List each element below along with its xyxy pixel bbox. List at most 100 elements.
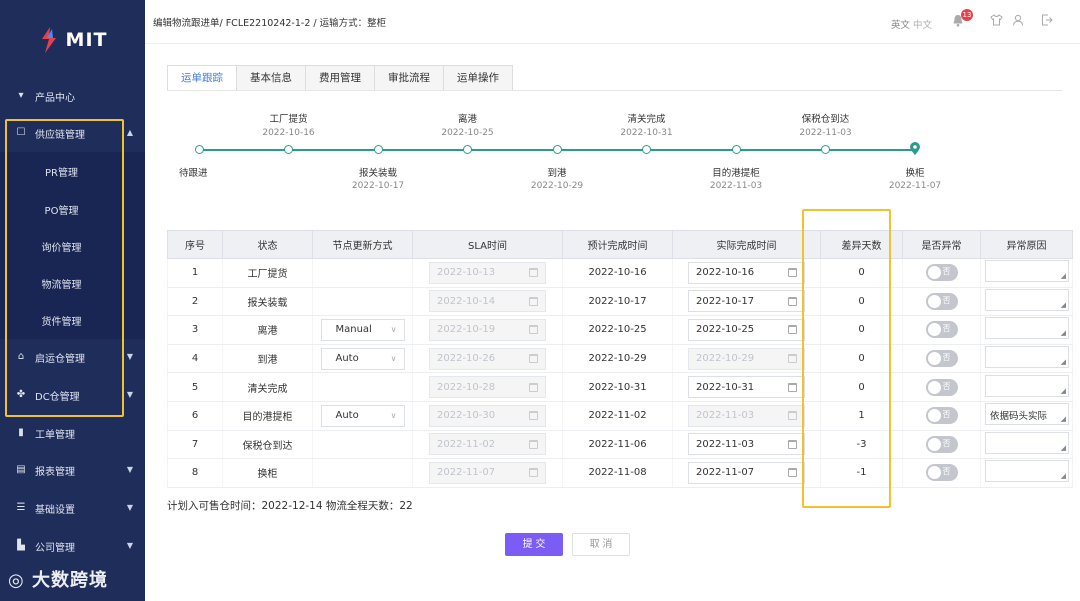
notification-badge: 13 (961, 9, 973, 21)
reason-textarea[interactable]: ◢ (985, 374, 1069, 397)
table-row: 1 工厂提货 2022-10-13 2022-10-16 2022-10-16 … (167, 258, 1073, 288)
cell-reason: ◢ (980, 344, 1073, 374)
sidebar-subitem-po[interactable]: PO管理 (0, 190, 145, 228)
cell-status: 工厂提货 (222, 258, 313, 288)
sidebar-subitem-inquiry[interactable]: 询价管理 (0, 227, 145, 265)
sidebar-item-supply-chain[interactable]: ☐ 供应链管理 ▲ (0, 114, 145, 152)
toggle-text: 否 (942, 353, 951, 363)
cell-actual: 2022-11-07 (672, 458, 821, 488)
cell-diff: -1 (820, 458, 903, 488)
tab-operations[interactable]: 运单操作 (444, 65, 513, 91)
cell-no: 7 (167, 430, 223, 460)
cell-method: Auto ∨ (312, 344, 413, 374)
cell-abnormal: 否 (902, 458, 981, 488)
abnormal-toggle[interactable]: 否 (925, 407, 958, 425)
actual-date-input[interactable]: 2022-10-16 (688, 261, 805, 284)
table-header-cell: 是否异常 (902, 230, 981, 259)
reason-textarea[interactable]: ◢ (985, 317, 1069, 340)
reason-textarea[interactable]: 依据码头实际 ◢ (985, 403, 1069, 426)
tab-tracking[interactable]: 运单跟踪 (167, 65, 237, 91)
lang-en[interactable]: 英文 (891, 20, 910, 31)
actual-date-input[interactable]: 2022-10-17 (688, 290, 805, 313)
timeline-node-label: 工厂提货 (269, 114, 308, 125)
cell-method (312, 287, 413, 317)
language-switch[interactable]: 英文 中文 (891, 17, 932, 31)
cell-no: 3 (167, 315, 223, 345)
actual-date-input[interactable]: 2022-10-25 (688, 318, 805, 341)
lang-zh[interactable]: 中文 (913, 20, 932, 31)
reason-textarea[interactable]: ◢ (985, 260, 1069, 283)
logo-text: MIT (65, 29, 108, 51)
tshirt-icon[interactable] (989, 14, 1003, 28)
cell-status: 换柜 (222, 458, 313, 488)
tab-approval[interactable]: 审批流程 (375, 65, 444, 91)
logo[interactable]: MIT (0, 0, 145, 80)
reason-textarea[interactable]: ◢ (985, 431, 1069, 454)
chart-icon: ▤ (16, 464, 26, 475)
cell-no: 5 (167, 372, 223, 402)
abnormal-toggle[interactable]: 否 (925, 292, 958, 310)
submit-button[interactable]: 提 交 (505, 533, 563, 556)
abnormal-toggle[interactable]: 否 (925, 350, 958, 368)
cell-status: 目的港提柜 (222, 401, 313, 431)
cell-actual: 2022-10-29 (672, 344, 821, 374)
sidebar-item-origin-warehouse[interactable]: ⌂ 启运仓管理 ▼ (0, 338, 145, 376)
tab-fees[interactable]: 费用管理 (306, 65, 375, 91)
sidebar: MIT ▾ 产品中心 ☐ 供应链管理 ▲ PR管理 PO管理 询价管理 物流管理… (0, 0, 145, 601)
cell-reason: ◢ (980, 258, 1073, 288)
update-method-select[interactable]: Auto ∨ (320, 404, 405, 427)
cell-actual: 2022-10-25 (672, 315, 821, 345)
date-value: 2022-10-19 (437, 324, 496, 336)
chevron-down-icon: ▼ (126, 465, 133, 474)
user-icon[interactable] (1011, 14, 1025, 28)
table-row: 5 清关完成 2022-10-28 2022-10-31 2022-10-31 … (167, 372, 1073, 402)
summary-text: 计划入可售仓时间：2022-12-14 物流全程天数：22 (167, 500, 413, 512)
sidebar-subitem-pr[interactable]: PR管理 (0, 152, 145, 190)
tracking-table: 序号 状态 节点更新方式 SLA时间 预计完成时间 实际完成时间 差异天数 是否异常 异常原因 … (167, 230, 1073, 488)
cell-reason: ◢ (980, 287, 1073, 317)
update-method-select[interactable]: Auto ∨ (320, 347, 405, 370)
sidebar-item-settings[interactable]: ☰ 基础设置 ▼ (0, 489, 145, 527)
actual-date-input[interactable]: 2022-10-31 (688, 376, 805, 399)
sidebar-item-product-center[interactable]: ▾ 产品中心 (0, 77, 145, 115)
abnormal-toggle[interactable]: 否 (925, 435, 958, 453)
reason-textarea[interactable]: ◢ (985, 460, 1069, 483)
timeline-node-date: 2022-11-07 (888, 181, 942, 191)
sidebar-item-dc-warehouse[interactable]: ✤ DC仓管理 ▼ (0, 376, 145, 414)
sidebar-subitem-logistics[interactable]: 物流管理 (0, 264, 145, 302)
cell-planned: 2022-10-16 (562, 258, 673, 288)
toggle-text: 否 (942, 381, 951, 391)
reason-textarea[interactable]: ◢ (985, 288, 1069, 311)
abnormal-toggle[interactable]: 否 (925, 378, 958, 396)
resize-grip-icon: ◢ (1060, 415, 1066, 424)
update-method-select[interactable]: Manual ∨ (320, 318, 405, 341)
abnormal-toggle[interactable]: 否 (925, 321, 958, 339)
actual-date-input[interactable]: 2022-11-07 (688, 461, 805, 484)
sidebar-item-label: 基础设置 (35, 504, 75, 516)
abnormal-toggle[interactable]: 否 (925, 264, 958, 282)
table-header-cell: 状态 (222, 230, 313, 259)
cell-planned: 2022-11-02 (562, 401, 673, 431)
tab-basic-info[interactable]: 基本信息 (237, 65, 306, 91)
cell-abnormal: 否 (902, 287, 981, 317)
cell-no: 1 (167, 258, 223, 288)
abnormal-toggle[interactable]: 否 (925, 464, 958, 482)
sidebar-item-company[interactable]: ▙ 公司管理 ▼ (0, 527, 145, 565)
timeline-node-dot (552, 145, 562, 154)
date-value: 2022-10-31 (696, 381, 755, 393)
cell-actual: 2022-10-31 (672, 372, 821, 402)
sidebar-item-work-order[interactable]: ▮ 工单管理 (0, 414, 145, 452)
cell-diff: 0 (820, 258, 903, 288)
toggle-knob (927, 380, 941, 394)
sidebar-item-reports[interactable]: ▤ 报表管理 ▼ (0, 451, 145, 489)
table-row: 6 目的港提柜 Auto ∨ 2022-10-30 2022-11-02 2022… (167, 401, 1073, 431)
logout-icon[interactable] (1040, 14, 1054, 28)
actual-date-input[interactable]: 2022-11-03 (688, 433, 805, 456)
reason-textarea[interactable]: ◢ (985, 346, 1069, 369)
cancel-button[interactable]: 取 消 (572, 533, 630, 556)
sidebar-item-label: 产品中心 (35, 92, 75, 104)
sidebar-subitem-shipment[interactable]: 货件管理 (0, 301, 145, 339)
calendar-icon (788, 296, 797, 306)
resize-grip-icon: ◢ (1060, 272, 1066, 281)
cell-diff: 0 (820, 315, 903, 345)
